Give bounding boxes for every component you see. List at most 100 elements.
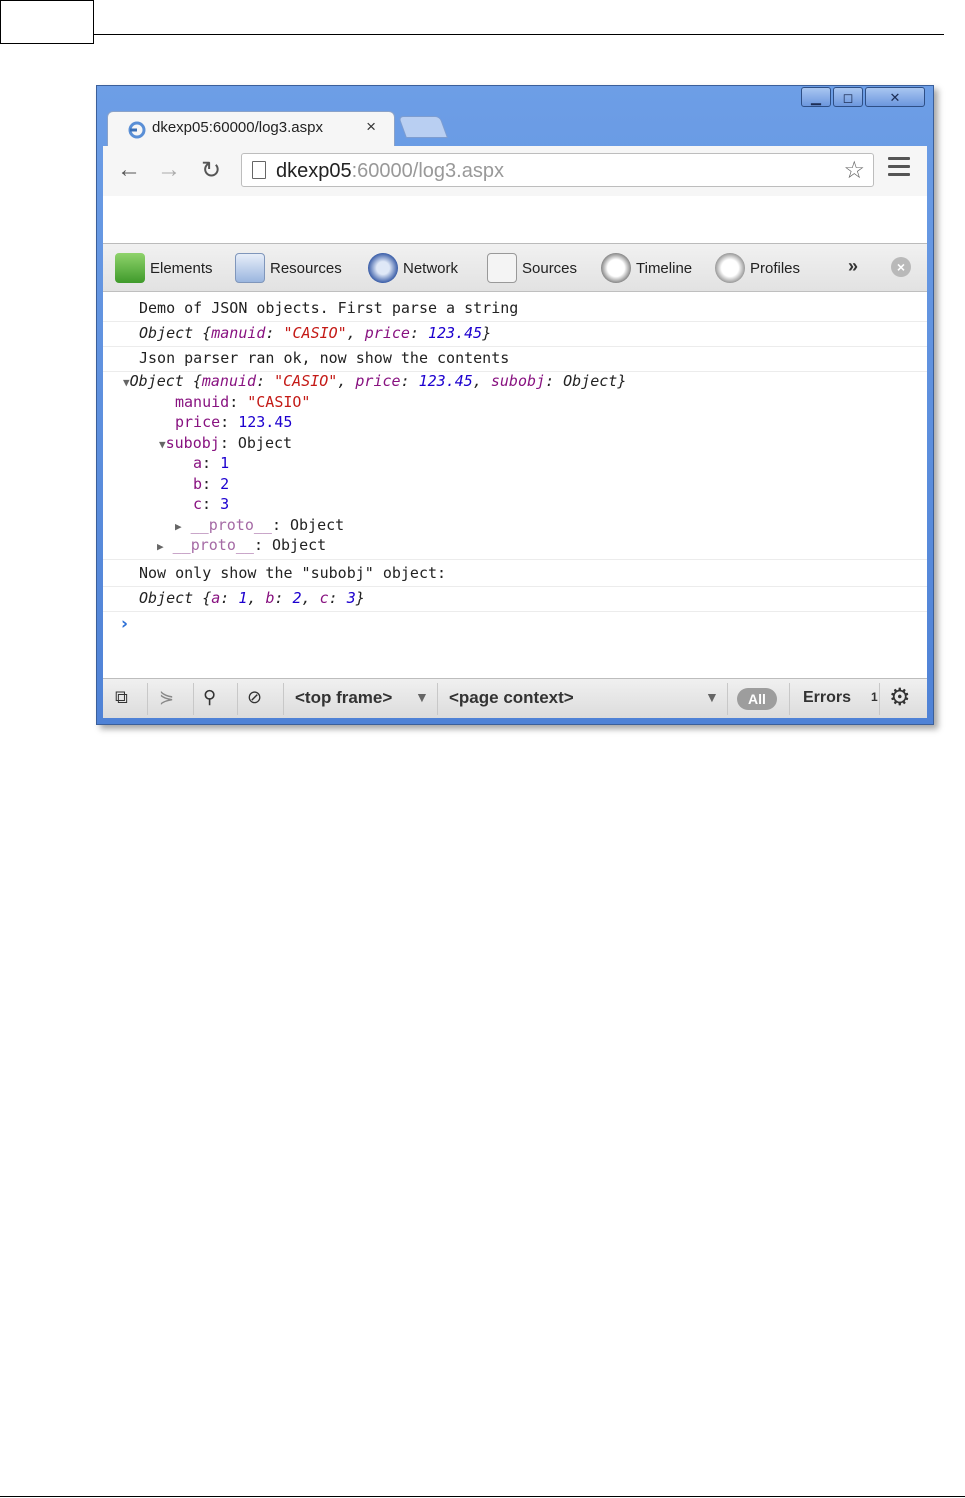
more-tabs-icon[interactable]: » [848, 256, 858, 277]
timeline-icon [601, 253, 631, 283]
prop-key: c [319, 589, 329, 607]
prop-key: __proto__ [172, 536, 254, 554]
prop-value: 123.45 [428, 324, 483, 342]
clear-console-icon[interactable]: ⊘ [247, 687, 262, 708]
expanded-triangle-icon[interactable]: ▼ [123, 376, 130, 389]
bookmark-star-icon[interactable]: ☆ [843, 156, 865, 185]
page-content-area [103, 196, 927, 244]
tab-timeline-label: Timeline [636, 259, 693, 277]
window-controls: ▁ ◻ ✕ [799, 87, 925, 107]
tree-subobject[interactable]: ▼subobj: Object [159, 434, 292, 452]
url-host: dkexp05 [276, 160, 352, 182]
tab-elements[interactable]: Elements [115, 253, 213, 283]
url-path: :60000/log3.aspx [351, 160, 504, 182]
console-log-line: Now only show the "subobj" object: [139, 564, 447, 582]
header-rule [94, 34, 944, 35]
tab-resources-label: Resources [270, 259, 342, 277]
expanded-triangle-icon[interactable]: ▼ [159, 438, 166, 451]
frame-selector[interactable]: <top frame> [295, 688, 392, 708]
prop-value: 1 [238, 589, 248, 607]
chevron-down-icon[interactable]: ▼ [705, 689, 719, 705]
forward-arrow-icon[interactable]: → [155, 156, 183, 184]
tree-proto[interactable]: ▶ __proto__: Object [175, 516, 344, 534]
object-tree-root[interactable]: ▼Object {manuid: "CASIO", price: 123.45,… [123, 372, 626, 390]
close-devtools-icon[interactable]: × [891, 257, 911, 277]
context-selector[interactable]: <page context> [449, 688, 574, 708]
console-drawer-icon[interactable]: ⋟ [159, 687, 174, 708]
prop-key: subobj [490, 372, 546, 390]
object-end: } [355, 589, 365, 607]
tree-proto[interactable]: ▶ __proto__: Object [157, 536, 326, 554]
maximize-button[interactable]: ◻ [833, 87, 863, 107]
browser-window: ▁ ◻ ✕ dkexp05:60000/log3.aspx × ← → ↻ dk… [96, 85, 934, 725]
object-label: Object { [129, 372, 202, 390]
console-log-line: Object {a: 1, b: 2, c: 3} [139, 589, 365, 607]
prop-value: "CASIO" [247, 393, 311, 411]
prop-key: a [193, 454, 203, 472]
minimize-button[interactable]: ▁ [801, 87, 831, 107]
tab-timeline[interactable]: Timeline [601, 253, 693, 283]
reload-icon[interactable]: ↻ [197, 156, 225, 185]
footer-rule [0, 1496, 965, 1497]
prop-value: 3 [220, 495, 230, 513]
menu-icon[interactable] [888, 157, 910, 181]
prop-value: Object [290, 516, 345, 534]
prop-value: Object [237, 434, 293, 452]
close-window-button[interactable]: ✕ [865, 87, 925, 107]
browser-tab[interactable]: dkexp05:60000/log3.aspx × [107, 111, 395, 147]
prop-key: price [364, 324, 410, 342]
tree-property: price: 123.45 [175, 413, 293, 431]
tab-close-icon[interactable]: × [366, 117, 376, 137]
prop-key: subobj [165, 434, 220, 452]
collapsed-triangle-icon[interactable]: ▶ [157, 540, 164, 553]
console-panel: Demo of JSON objects. First parse a stri… [103, 292, 927, 678]
object-label: Object { [139, 589, 212, 607]
console-prompt-icon[interactable]: › [121, 614, 128, 634]
prop-value: 3 [346, 589, 356, 607]
prop-key: a [211, 589, 221, 607]
console-log-line: Object {manuid: "CASIO", price: 123.45} [139, 324, 492, 342]
prop-value: 123.45 [418, 372, 473, 390]
tab-profiles[interactable]: Profiles [715, 253, 801, 283]
prop-value: "CASIO" [274, 372, 338, 390]
tab-profiles-label: Profiles [750, 259, 801, 277]
prop-value: Object [563, 372, 618, 390]
object-end: } [482, 324, 492, 342]
page-icon [252, 161, 266, 179]
filter-all-button[interactable]: All [737, 688, 777, 710]
address-bar[interactable]: dkexp05:60000/log3.aspx ☆ [241, 153, 874, 187]
tab-sources[interactable]: Sources [487, 253, 578, 283]
tree-property: c: 3 [193, 495, 230, 513]
chevron-down-icon[interactable]: ▼ [415, 689, 429, 705]
prop-key: c [193, 495, 203, 513]
elements-icon [115, 253, 145, 283]
tab-network-label: Network [403, 259, 459, 277]
browser-toolbar: ← → ↻ dkexp05:60000/log3.aspx ☆ [103, 146, 927, 196]
tab-sources-label: Sources [522, 259, 578, 277]
sources-icon [487, 253, 517, 283]
gear-icon[interactable]: ⚙ [889, 683, 911, 712]
prop-key: b [265, 589, 275, 607]
prop-key: manuid [211, 324, 266, 342]
network-icon [368, 253, 398, 283]
filter-errors-button[interactable]: Errors [803, 689, 851, 707]
prop-key: manuid [175, 393, 230, 411]
tree-property: b: 2 [193, 475, 230, 493]
console-log-line: Demo of JSON objects. First parse a stri… [139, 299, 519, 317]
console-log-line: Json parser ran ok, now show the content… [139, 349, 510, 367]
new-tab-button[interactable] [397, 116, 449, 138]
tab-resources[interactable]: Resources [235, 253, 342, 283]
search-icon[interactable]: ⚲ [203, 687, 216, 708]
loading-page-icon [128, 121, 146, 139]
prop-value: 2 [220, 475, 230, 493]
collapsed-triangle-icon[interactable]: ▶ [175, 520, 182, 533]
tab-network[interactable]: Network [368, 253, 459, 283]
devtools-tabbar: Elements Resources Network Sources Timel… [103, 244, 927, 292]
profiles-icon [715, 253, 745, 283]
dock-icon[interactable]: ⧉ [115, 687, 128, 708]
prop-key: __proto__ [190, 516, 272, 534]
truncated-filter-label: 1 [871, 690, 878, 704]
prop-key: b [193, 475, 203, 493]
prop-value: 123.45 [238, 413, 293, 431]
back-arrow-icon[interactable]: ← [115, 156, 143, 184]
